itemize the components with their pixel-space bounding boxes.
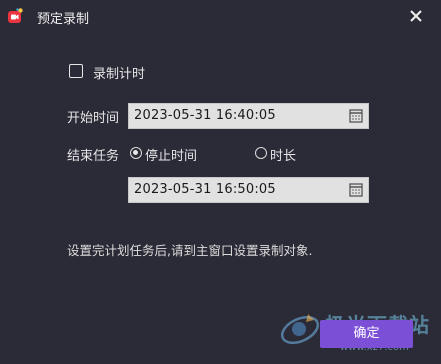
- calendar-icon[interactable]: [344, 104, 368, 128]
- radio-duration-dot[interactable]: [255, 147, 267, 159]
- start-time-label: 开始时间: [67, 111, 120, 126]
- record-timer-checkbox[interactable]: [69, 64, 83, 78]
- radio-stop-time-dot[interactable]: [130, 147, 142, 159]
- start-time-value[interactable]: 2023-05-31 16:40:05: [134, 108, 276, 123]
- title-bar: 预定录制: [0, 0, 441, 32]
- radio-stop-time-label[interactable]: 停止时间: [145, 145, 197, 164]
- watermark-logo-icon: [280, 314, 320, 345]
- confirm-button[interactable]: 确定: [320, 320, 413, 348]
- schedule-hint-text: 设置完计划任务后,请到主窗口设置录制对象.: [67, 243, 313, 258]
- calendar-icon[interactable]: [344, 178, 368, 202]
- window-title: 预定录制: [37, 12, 90, 27]
- record-app-icon: [8, 8, 23, 23]
- radio-duration-label[interactable]: 时长: [270, 145, 296, 164]
- end-time-field[interactable]: 2023-05-31 16:50:05: [128, 177, 369, 203]
- record-timer-label[interactable]: 录制计时: [93, 63, 145, 82]
- close-icon[interactable]: [405, 5, 427, 27]
- end-time-value[interactable]: 2023-05-31 16:50:05: [134, 182, 276, 197]
- end-task-label: 结束任务: [67, 149, 120, 164]
- start-time-field[interactable]: 2023-05-31 16:40:05: [128, 103, 369, 129]
